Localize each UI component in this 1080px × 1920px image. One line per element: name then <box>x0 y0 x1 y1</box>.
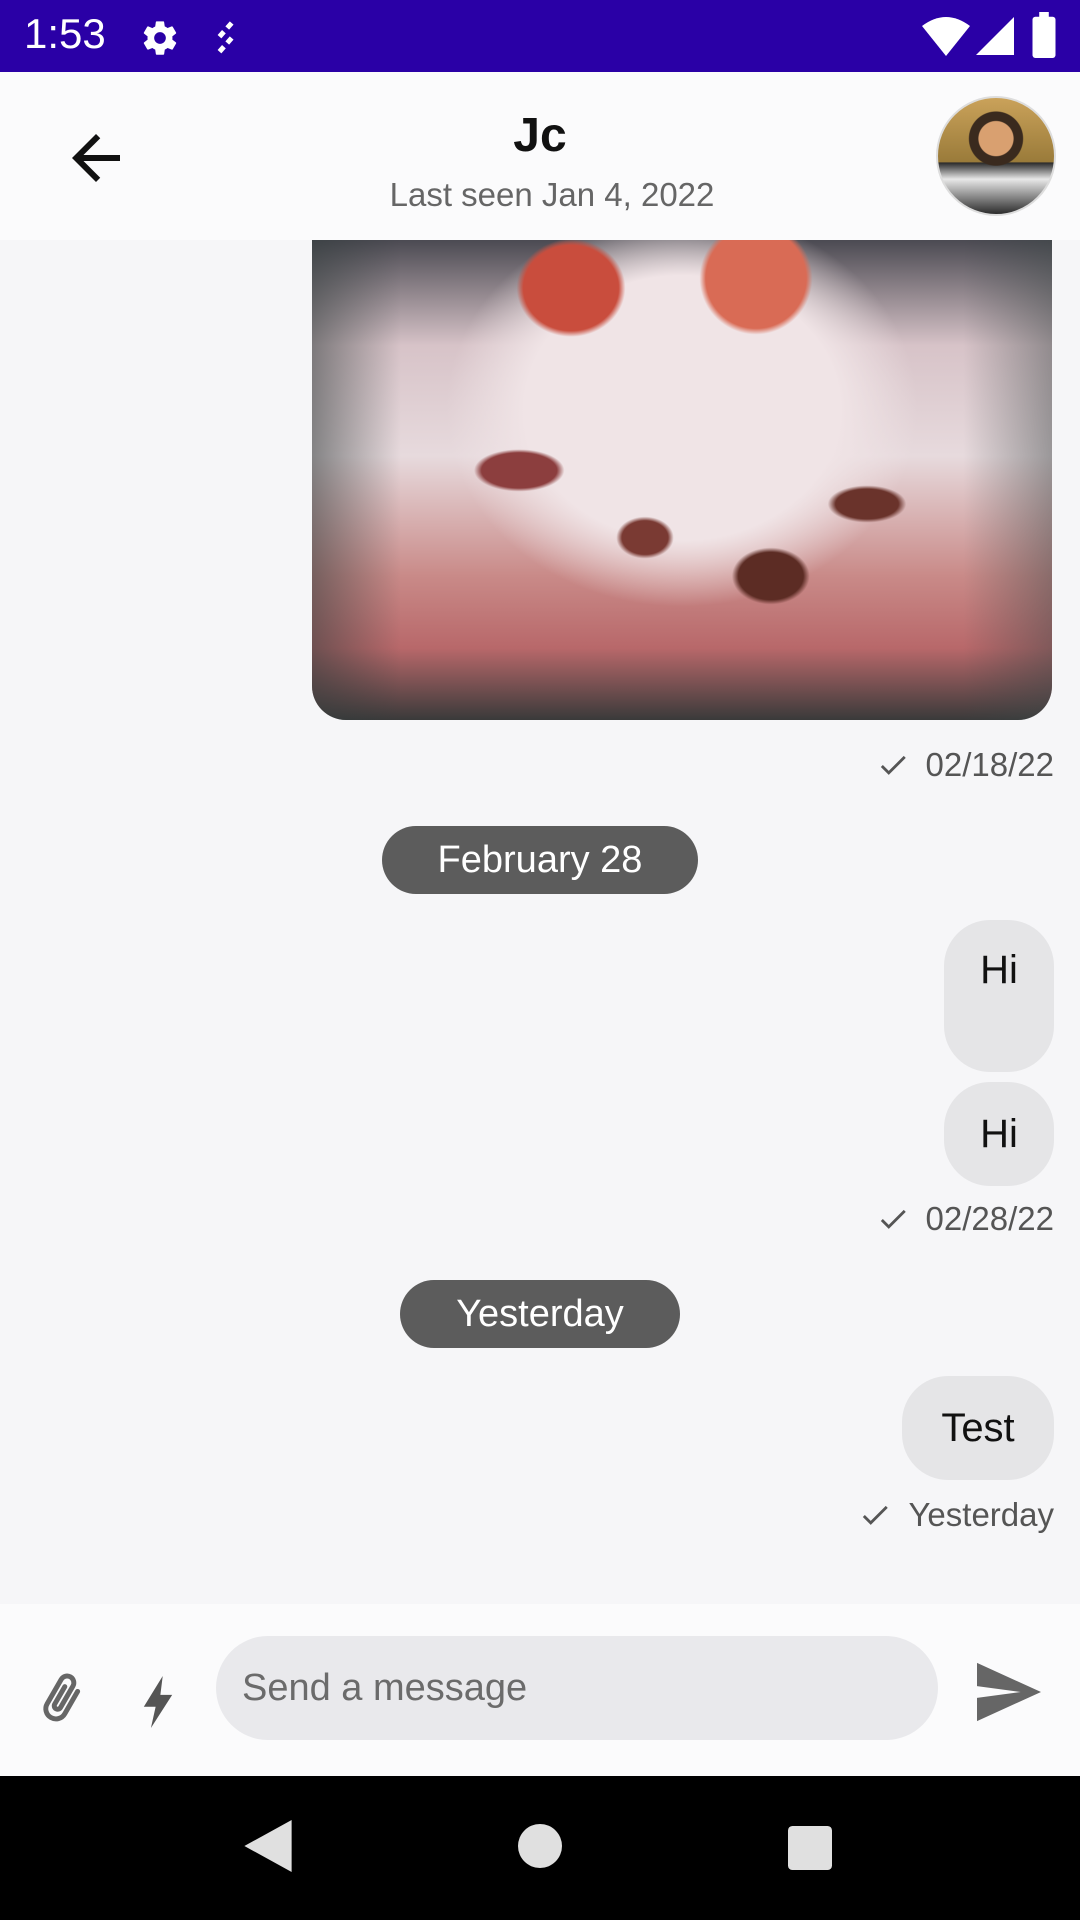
message-meta: 02/28/22 <box>876 1200 1054 1238</box>
message-bubble[interactable]: Test <box>902 1376 1054 1480</box>
battery-icon <box>1032 12 1056 63</box>
contact-name: Jc <box>513 109 567 162</box>
message-bubble[interactable]: Hi <box>944 1082 1054 1186</box>
image-shading <box>312 240 1052 720</box>
system-nav-bar <box>0 1776 1080 1920</box>
paperclip-icon[interactable] <box>34 1668 88 1732</box>
gear-icon <box>140 18 180 63</box>
date-chip: Yesterday <box>400 1280 680 1348</box>
send-icon[interactable] <box>974 1660 1044 1724</box>
message-meta: Yesterday <box>858 1496 1054 1534</box>
check-icon <box>863 1505 889 1525</box>
message-timestamp: Yesterday <box>908 1496 1054 1533</box>
image-message[interactable] <box>312 240 1052 720</box>
message-list[interactable]: 02/18/22 February 28 Hi Hi 02/28/22 Yest… <box>0 240 1080 1604</box>
signal-icon <box>976 16 1014 61</box>
status-bar: 1:53 <box>0 0 1080 72</box>
chat-header: Jc Last seen Jan 4, 2022 <box>0 72 1080 240</box>
recents-square-icon[interactable] <box>788 1826 832 1875</box>
avatar[interactable] <box>936 96 1056 216</box>
home-circle-icon[interactable] <box>518 1824 562 1873</box>
composer-bar <box>0 1604 1080 1776</box>
message-input[interactable] <box>216 1636 938 1740</box>
status-time: 1:53 <box>24 10 106 57</box>
check-icon <box>880 755 906 775</box>
last-seen-status: Last seen Jan 4, 2022 <box>389 176 715 213</box>
date-chip: February 28 <box>382 826 698 894</box>
back-triangle-icon[interactable] <box>244 1820 292 1877</box>
check-icon <box>880 1209 906 1229</box>
lightning-icon[interactable] <box>140 1676 176 1728</box>
sync-icon <box>208 18 242 63</box>
message-bubble[interactable]: Hi <box>944 920 1054 1072</box>
message-timestamp: 02/18/22 <box>925 746 1054 783</box>
message-timestamp: 02/28/22 <box>925 1200 1054 1237</box>
wifi-icon <box>922 16 970 61</box>
message-meta: 02/18/22 <box>876 746 1054 784</box>
